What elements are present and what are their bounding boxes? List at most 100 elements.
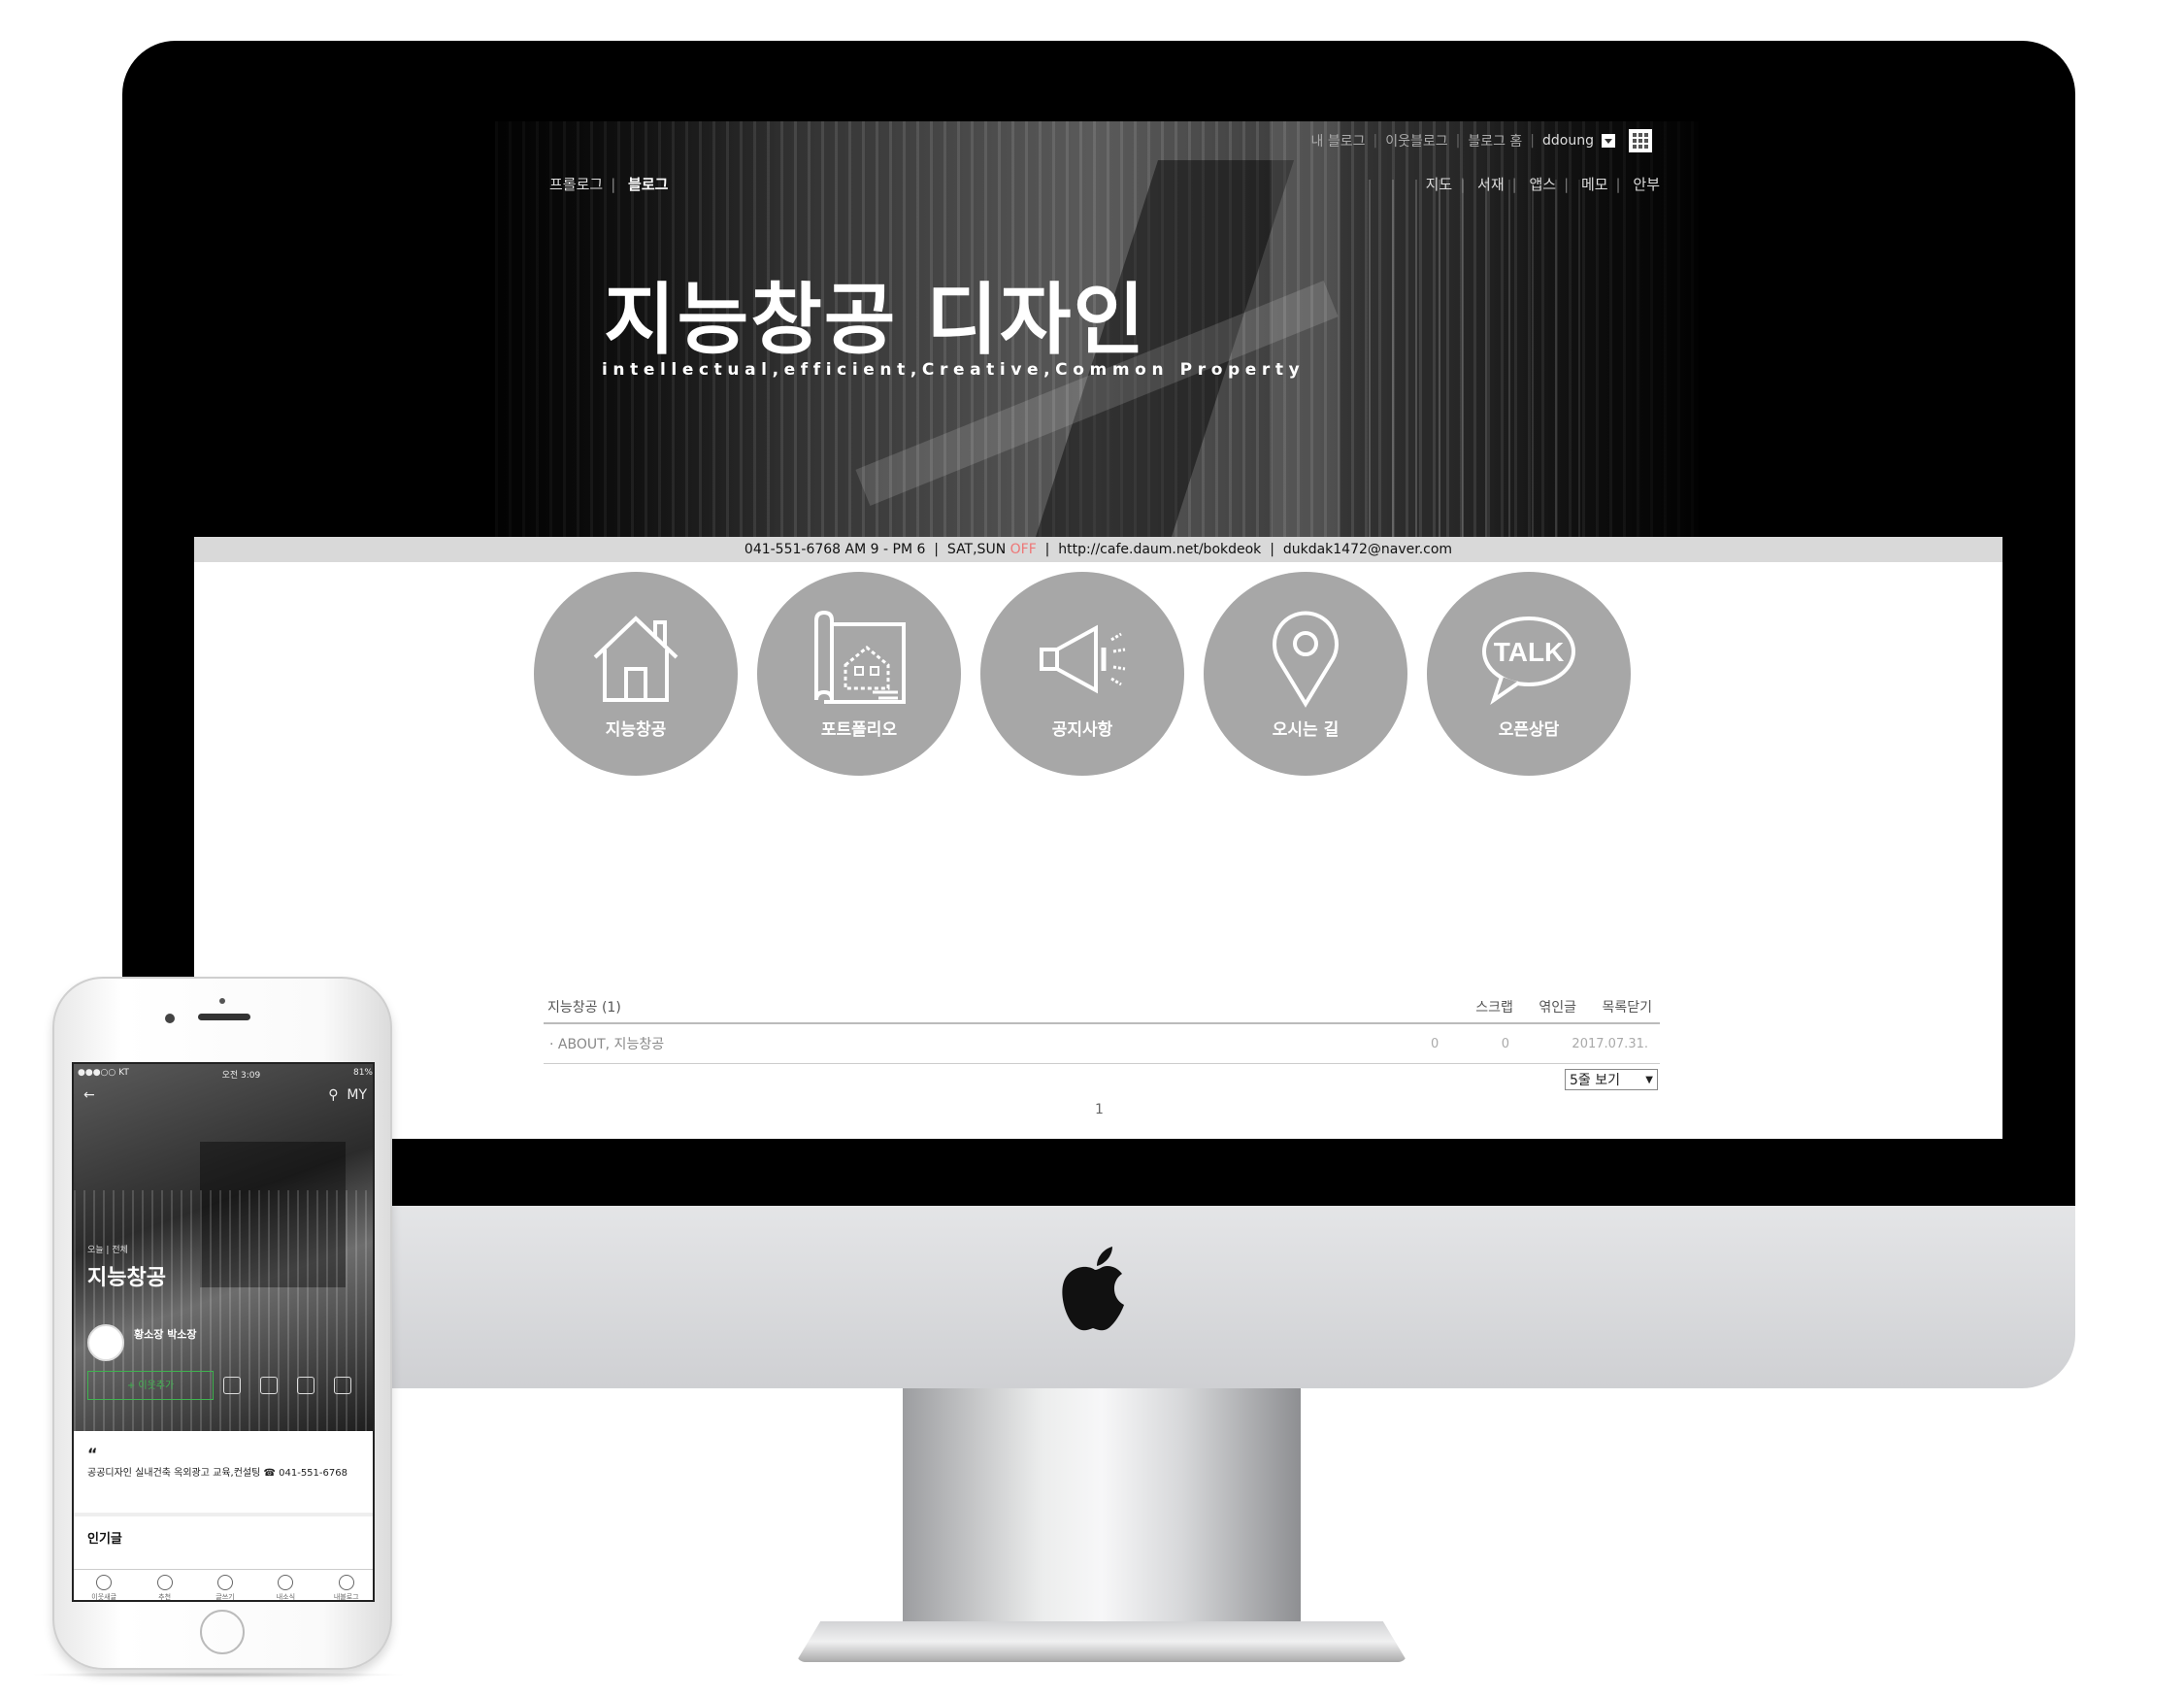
add-neighbor-button[interactable]: + 이웃추가 [87,1371,214,1400]
top-links: 내 블로그 | 이웃블로그 | 블로그 홈 | ddoung [1310,129,1652,152]
menu-consult-button[interactable]: TALK 오픈상담 [1427,572,1631,776]
imac-stand-neck [903,1388,1301,1631]
avatar[interactable] [87,1324,124,1361]
iphone-camera [165,1014,175,1023]
nav-apps[interactable]: 앱스 [1529,176,1556,193]
info-email[interactable]: dukdak1472@naver.com [1283,542,1452,557]
link-blog-home[interactable]: 블로그 홈 [1468,131,1522,150]
link-neighbor-blog[interactable]: 이웃블로그 [1385,131,1447,150]
nav-map[interactable]: 지도 [1426,176,1453,193]
back-arrow-icon[interactable]: ← [83,1087,95,1103]
info-bar: 041-551-6768 AM 9 - PM 6 | SAT,SUN OFF |… [194,537,2002,562]
blog-title: 지능창공 디자인 [604,275,1147,365]
nav-blog[interactable]: 블로그 [628,176,668,193]
mobile-description: 공공디자인 실내건축 옥외광고 교육,컨설팅 ☎ 041-551-6768 [87,1468,347,1479]
bell-icon [278,1575,294,1590]
column-scrap: 스크랩 [1475,1000,1513,1016]
status-time: 오전 3:09 [221,1071,261,1081]
menu-about-button[interactable]: 지능창공 [534,572,738,776]
nav-prologue[interactable]: 프롤로그 [549,176,603,193]
tab-neighbor-posts[interactable]: 이웃새글 [80,1575,128,1601]
post-list: 지능창공 (1) 스크랩 엮인글 목록닫기 · ABOUT, 지능창공 0 0 … [544,997,1660,1064]
pencil-icon [216,1575,233,1590]
mobile-author[interactable]: 황소장 박소장 [134,1326,197,1342]
tab-write[interactable]: 글쓰기 [201,1575,249,1601]
menu-portfolio-button[interactable]: 포트폴리오 [757,572,961,776]
menu-directions-label: 오시는 길 [1272,720,1340,740]
menu-circles: 지능창공 포트폴리오 공지사항 오시는 길 TALK 오픈상담 [534,572,1631,776]
status-carrier: ●●●○○ KT [78,1068,129,1078]
tab-label: 글쓰기 [215,1593,235,1601]
close-list-button[interactable]: 목록닫기 [1602,1000,1652,1016]
nav-left: 프롤로그 | 블로그 [549,176,669,193]
column-trackback: 엮인글 [1539,1000,1577,1016]
blog-subtitle: intellectual,efficient,Creative,Common P… [602,360,1306,380]
tab-notifications[interactable]: 내소식 [261,1575,310,1601]
link-my-blog[interactable]: 내 블로그 [1310,131,1365,150]
iphone-frame: ●●●○○ KT 오전 3:09 81% ← ⚲ MY 오늘 | 전체 지능창공… [52,977,392,1670]
info-off: OFF [1009,542,1037,557]
profile-icon [338,1575,354,1590]
status-battery: 81% [352,1068,373,1078]
search-icon[interactable]: ⚲ [328,1087,338,1103]
people-icon[interactable] [297,1377,314,1394]
divider [74,1513,373,1516]
blog-header: 내 블로그 | 이웃블로그 | 블로그 홈 | ddoung 프롤로그 | 블로그 지도… [495,121,1699,537]
menu-about-label: 지능창공 [605,720,667,740]
talk-bubble-icon: TALK [1482,616,1575,706]
menu-portfolio-label: 포트폴리오 [820,720,898,740]
comment-icon[interactable] [260,1377,278,1394]
mobile-action-icons [223,1377,351,1394]
info-cafe-link[interactable]: http://cafe.daum.net/bokdeok [1058,542,1261,557]
list-icon[interactable] [223,1377,241,1394]
info-weekend: SAT,SUN [946,542,1007,557]
nav-library[interactable]: 서재 [1477,176,1505,193]
user-dropdown-icon[interactable] [1602,134,1615,148]
rows-per-page-select[interactable]: 5줄 보기 [1565,1069,1658,1091]
mobile-tab-bar: 이웃새글 추천 글쓰기 내소식 내블로그 [74,1569,373,1601]
edit-icon[interactable] [334,1377,351,1394]
post-list-header: 지능창공 (1) 스크랩 엮인글 목록닫기 [544,997,1660,1024]
menu-notice-button[interactable]: 공지사항 [980,572,1184,776]
compass-icon [156,1575,173,1590]
nav-memo[interactable]: 메모 [1581,176,1608,193]
tab-label: 내소식 [276,1593,296,1601]
nav-right: 지도 | 서재 | 앱스 | 메모 | 안부 [1425,176,1660,193]
info-hours: 041-551-6768 AM 9 - PM 6 [744,542,926,557]
menu-notice-label: 공지사항 [1051,720,1113,740]
menu-consult-label: 오픈상담 [1498,720,1560,740]
my-button[interactable]: MY [347,1087,367,1103]
menu-directions-button[interactable]: 오시는 길 [1204,572,1407,776]
iphone-speaker [198,1014,250,1020]
tab-my-blog[interactable]: 내블로그 [322,1575,371,1601]
popular-posts-heading: 인기글 [87,1532,122,1547]
mobile-screen: ●●●○○ KT 오전 3:09 81% ← ⚲ MY 오늘 | 전체 지능창공… [72,1062,375,1602]
tab-label: 내블로그 [333,1593,359,1601]
talk-icon-text: TALK [1494,637,1565,667]
table-row[interactable]: · ABOUT, 지능창공 0 0 2017.07.31. [544,1024,1660,1064]
mobile-blog-title: 지능창공 [87,1266,166,1290]
post-scrap-count: 0 [1430,1037,1439,1051]
iphone-shadow [29,1672,408,1678]
home-button[interactable] [200,1610,245,1654]
post-date: 2017.07.31. [1572,1037,1648,1051]
tab-recommend[interactable]: 추천 [141,1575,189,1601]
pagination-page-1[interactable]: 1 [1095,1102,1104,1117]
imac-stand-base [796,1621,1407,1662]
post-title[interactable]: ABOUT, 지능창공 [558,1037,664,1052]
apps-grid-icon[interactable] [1629,129,1652,152]
blog-content: 지능창공 포트폴리오 공지사항 오시는 길 TALK 오픈상담 지능창공 (1)… [194,562,2002,1139]
tab-label: 이웃새글 [91,1593,117,1601]
quote-icon: “ [87,1445,98,1463]
nav-guestbook[interactable]: 안부 [1633,176,1660,193]
location-pin-icon [1273,611,1339,708]
megaphone-icon [1040,624,1126,694]
post-trackback-count: 0 [1501,1037,1509,1051]
news-icon [96,1575,113,1590]
tab-label: 추천 [158,1593,172,1601]
mobile-status-bar: ●●●○○ KT 오전 3:09 81% [78,1068,373,1081]
user-name[interactable]: ddoung [1542,133,1594,149]
blueprint-icon [814,611,906,704]
post-list-category: 지능창공 (1) [547,1000,621,1016]
mobile-breadcrumb: 오늘 | 전체 [87,1246,128,1255]
